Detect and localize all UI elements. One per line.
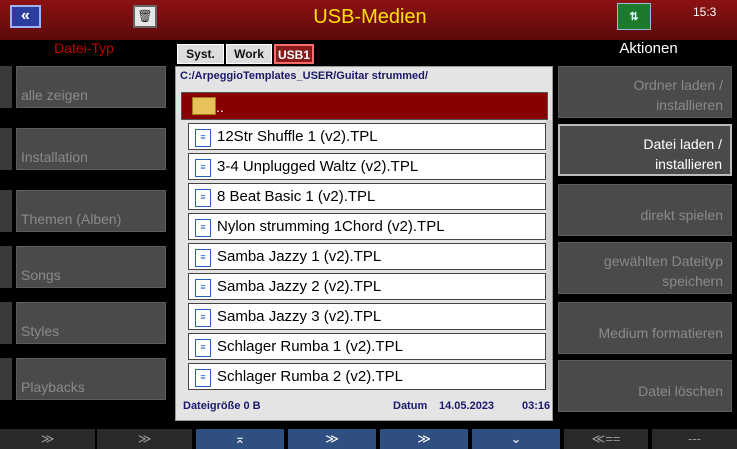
file-name: 8 Beat Basic 1 (v2).TPL [217, 188, 376, 205]
current-path: C:/ArpeggioTemplates_USER/Guitar strumme… [180, 70, 428, 82]
file-icon: ≡ [195, 279, 211, 297]
file-icon: ≡ [195, 189, 211, 207]
bottom-button-2[interactable]: ≫ [97, 429, 192, 449]
file-row[interactable]: ≡ Schlager Rumba 1 (v2).TPL [188, 333, 546, 360]
tab-work[interactable]: Work [226, 44, 272, 64]
bottom-button-4[interactable]: ≫ [288, 429, 376, 449]
bottom-button-6[interactable]: ⌄ [472, 429, 560, 449]
file-row[interactable]: ≡ 8 Beat Basic 1 (v2).TPL [188, 183, 546, 210]
left-edge [0, 128, 12, 170]
file-row[interactable]: ≡ Samba Jazzy 3 (v2).TPL [188, 303, 546, 330]
file-row[interactable]: ≡ Schlager Rumba 2 (v2).TPL [188, 363, 546, 390]
file-time: 03:16 [522, 400, 551, 412]
bottom-button-8[interactable]: --- [652, 429, 737, 449]
file-row[interactable]: ≡ 12Str Shuffle 1 (v2).TPL [188, 123, 546, 150]
left-edge [0, 190, 12, 232]
save-file-type-button[interactable]: gewählten Dateityp speichern [558, 242, 732, 294]
file-name: Schlager Rumba 2 (v2).TPL [217, 368, 403, 385]
button-label: Datei löschen [638, 383, 723, 399]
file-type-header: Datei-Typ [54, 40, 114, 56]
file-name: Samba Jazzy 3 (v2).TPL [217, 308, 382, 325]
left-edge [0, 358, 12, 400]
file-name: Schlager Rumba 1 (v2).TPL [217, 338, 403, 355]
file-icon: ≡ [195, 219, 211, 237]
filter-styles-button[interactable]: Styles [16, 302, 166, 344]
file-icon: ≡ [195, 309, 211, 327]
bottom-button-3[interactable]: ⌅ [196, 429, 284, 449]
bottom-button-5[interactable]: ≫ [380, 429, 468, 449]
file-name: 3-4 Unplugged Waltz (v2).TPL [217, 158, 419, 175]
format-medium-button[interactable]: Medium formatieren [558, 302, 732, 354]
file-row[interactable]: ≡ Samba Jazzy 1 (v2).TPL [188, 243, 546, 270]
play-direct-button[interactable]: direkt spielen [558, 184, 732, 236]
delete-file-button[interactable]: Datei löschen [558, 360, 732, 412]
trash-icon[interactable]: 🗑 [133, 5, 157, 28]
button-label: installieren [656, 97, 723, 113]
usb-icon[interactable]: ⇅ [617, 3, 651, 30]
button-label: Ordner laden / [633, 77, 724, 93]
file-name: 12Str Shuffle 1 (v2).TPL [217, 128, 378, 145]
file-icon: ≡ [195, 129, 211, 147]
tab-syst[interactable]: Syst. [177, 44, 224, 64]
filter-playbacks-button[interactable]: Playbacks [16, 358, 166, 400]
button-label: gewählten Dateityp [603, 253, 723, 269]
left-edge [0, 246, 12, 288]
file-icon: ≡ [195, 249, 211, 267]
button-label: speichern [662, 273, 723, 289]
bottom-button-1[interactable]: ≫ [0, 429, 95, 449]
file-row[interactable]: ≡ Nylon strumming 1Chord (v2).TPL [188, 213, 546, 240]
button-label: installieren [655, 156, 722, 172]
file-name: Nylon strumming 1Chord (v2).TPL [217, 218, 445, 235]
file-icon: ≡ [195, 159, 211, 177]
date-label: Datum [393, 400, 428, 412]
button-label: Medium formatieren [598, 325, 724, 341]
tab-usb1[interactable]: USB1 [274, 44, 314, 64]
filter-songs-button[interactable]: Songs [16, 246, 166, 288]
file-info-bar: Dateigröße 0 B Datum 14.05.2023 03:16 [181, 395, 551, 419]
left-edge [0, 66, 12, 108]
button-label: Datei laden / [643, 136, 722, 152]
filter-installation-button[interactable]: Installation [16, 128, 166, 170]
load-folder-button[interactable]: Ordner laden / installieren [558, 66, 732, 118]
file-date: 14.05.2023 [439, 400, 495, 412]
parent-folder-row[interactable]: .. [181, 92, 548, 120]
actions-header: Aktionen [619, 40, 678, 57]
file-name: Samba Jazzy 1 (v2).TPL [217, 248, 382, 265]
filter-all-button[interactable]: alle zeigen [16, 66, 166, 108]
bottom-button-7[interactable]: ≪== [564, 429, 648, 449]
left-edge [0, 302, 12, 344]
file-icon: ≡ [195, 369, 211, 387]
button-label: direkt spielen [640, 207, 724, 223]
back-button[interactable]: « [10, 5, 41, 28]
clock: 15:3 [693, 5, 717, 19]
parent-folder-label: .. [216, 99, 224, 115]
scrollbar[interactable] [546, 120, 552, 390]
file-size: Dateigröße 0 B [183, 400, 261, 412]
folder-open-icon [192, 97, 216, 115]
file-row[interactable]: ≡ Samba Jazzy 2 (v2).TPL [188, 273, 546, 300]
file-icon: ≡ [195, 339, 211, 357]
page-title: USB-Medien [313, 6, 427, 28]
file-row[interactable]: ≡ 3-4 Unplugged Waltz (v2).TPL [188, 153, 546, 180]
filter-themes-button[interactable]: Themen (Alben) [16, 190, 166, 232]
file-name: Samba Jazzy 2 (v2).TPL [217, 278, 382, 295]
load-file-button[interactable]: Datei laden / installieren [558, 124, 732, 176]
